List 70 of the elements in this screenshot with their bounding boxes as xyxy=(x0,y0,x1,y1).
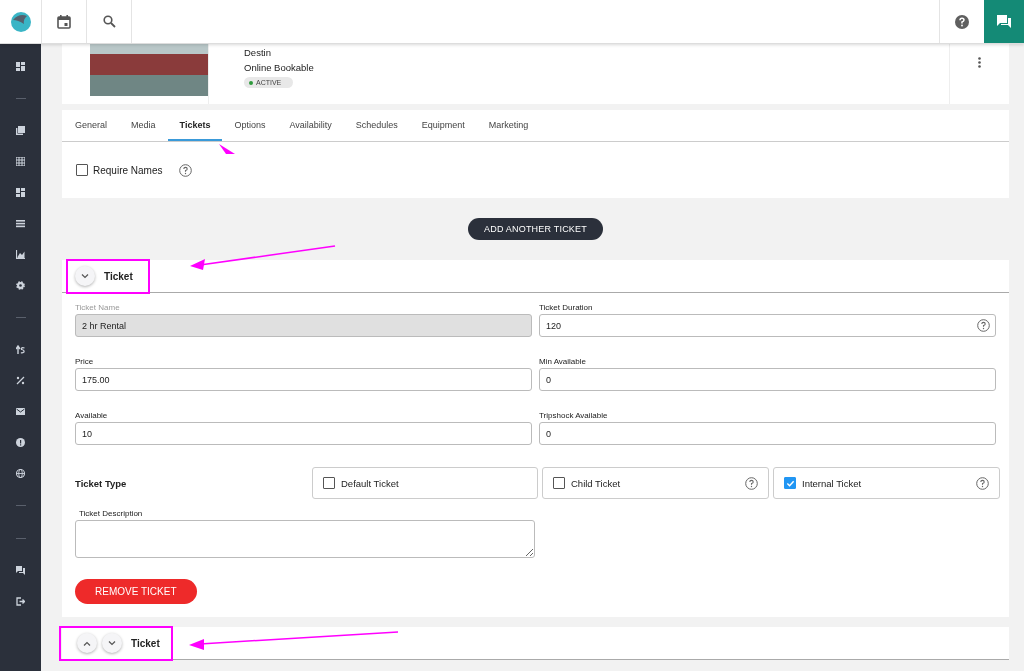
help-icon[interactable] xyxy=(976,476,989,490)
ticket-type-option[interactable]: Default Ticket xyxy=(312,467,538,499)
checkbox-label: Child Ticket xyxy=(571,477,622,489)
globe-icon[interactable] xyxy=(16,469,25,478)
chat-button[interactable] xyxy=(984,0,1024,43)
grid-icon[interactable] xyxy=(16,62,25,71)
mail-icon[interactable] xyxy=(16,407,25,416)
help-icon[interactable] xyxy=(179,163,193,177)
checkbox[interactable] xyxy=(784,477,796,489)
field-label: Available xyxy=(75,411,109,420)
percent-icon[interactable] xyxy=(16,376,25,385)
input-field[interactable]: 175.00 xyxy=(75,368,532,391)
ticket-title: Ticket xyxy=(131,637,160,649)
alert-icon[interactable] xyxy=(16,438,25,447)
doc-icon[interactable] xyxy=(16,126,25,135)
expand-button[interactable] xyxy=(102,633,122,653)
more-icon[interactable] xyxy=(978,57,981,68)
checkbox[interactable] xyxy=(76,164,88,176)
tab[interactable]: Media xyxy=(119,110,168,141)
ticket-type-option[interactable]: Internal Ticket xyxy=(773,467,1000,499)
checkbox[interactable] xyxy=(553,477,565,489)
checkbox-label: Require Names xyxy=(93,164,163,176)
checkbox[interactable] xyxy=(323,477,335,489)
collapse-button[interactable] xyxy=(75,266,95,286)
annotation-arrow xyxy=(219,144,235,154)
chevron-up-icon xyxy=(83,640,91,646)
input-field[interactable]: 10 xyxy=(75,422,532,445)
tab[interactable]: Options xyxy=(222,110,278,141)
gear-icon[interactable] xyxy=(16,281,25,290)
add-ticket-button[interactable]: ADD ANOTHER TICKET xyxy=(468,218,603,240)
help-icon[interactable] xyxy=(955,14,969,29)
chevron-down-icon xyxy=(108,640,116,646)
tab[interactable]: General xyxy=(64,110,120,141)
input-field[interactable]: 0 xyxy=(539,422,996,445)
ticket-type-option[interactable]: Child Ticket xyxy=(542,467,769,499)
input-field[interactable]: 0 xyxy=(539,368,996,391)
field-label: Min Available xyxy=(539,357,587,366)
chevron-down-icon xyxy=(81,273,89,279)
calendar-icon[interactable] xyxy=(57,14,71,29)
help-icon[interactable] xyxy=(977,319,990,332)
checkbox-label: Internal Ticket xyxy=(802,477,863,489)
logo-icon[interactable] xyxy=(9,10,32,33)
checkbox-label: Default Ticket xyxy=(341,477,400,489)
description-field[interactable] xyxy=(75,520,535,558)
grid-icon[interactable] xyxy=(16,188,25,197)
chat-icon[interactable] xyxy=(16,566,25,575)
field-label: Ticket Duration xyxy=(539,303,594,312)
list-icon[interactable] xyxy=(16,219,25,228)
field-label: Ticket Description xyxy=(79,509,143,518)
help-icon[interactable] xyxy=(745,476,758,490)
exit-icon[interactable] xyxy=(16,597,25,606)
remove-ticket-button[interactable]: REMOVE TICKET xyxy=(75,579,197,604)
ticket-type-label: Ticket Type xyxy=(75,477,128,489)
money-icon[interactable] xyxy=(16,345,25,354)
tab[interactable]: Equipment xyxy=(409,110,477,141)
tab[interactable]: Availability xyxy=(277,110,344,141)
field-label: Price xyxy=(75,357,95,366)
location-text: Destin xyxy=(244,47,272,58)
move-up-button[interactable] xyxy=(77,633,97,653)
booking-text: Online Bookable xyxy=(244,62,315,73)
input-field[interactable]: 120 xyxy=(539,314,996,337)
chat-icon xyxy=(997,15,1011,28)
field-label: Tripshock Available xyxy=(539,411,609,420)
tab[interactable]: Marketing xyxy=(476,110,541,141)
search-icon[interactable] xyxy=(102,15,116,28)
tab[interactable]: Schedules xyxy=(343,110,410,141)
chart-icon[interactable] xyxy=(16,250,25,259)
ticket-title: Ticket xyxy=(104,270,133,282)
field-label: Ticket Name xyxy=(75,303,121,312)
table-icon[interactable] xyxy=(16,157,25,166)
